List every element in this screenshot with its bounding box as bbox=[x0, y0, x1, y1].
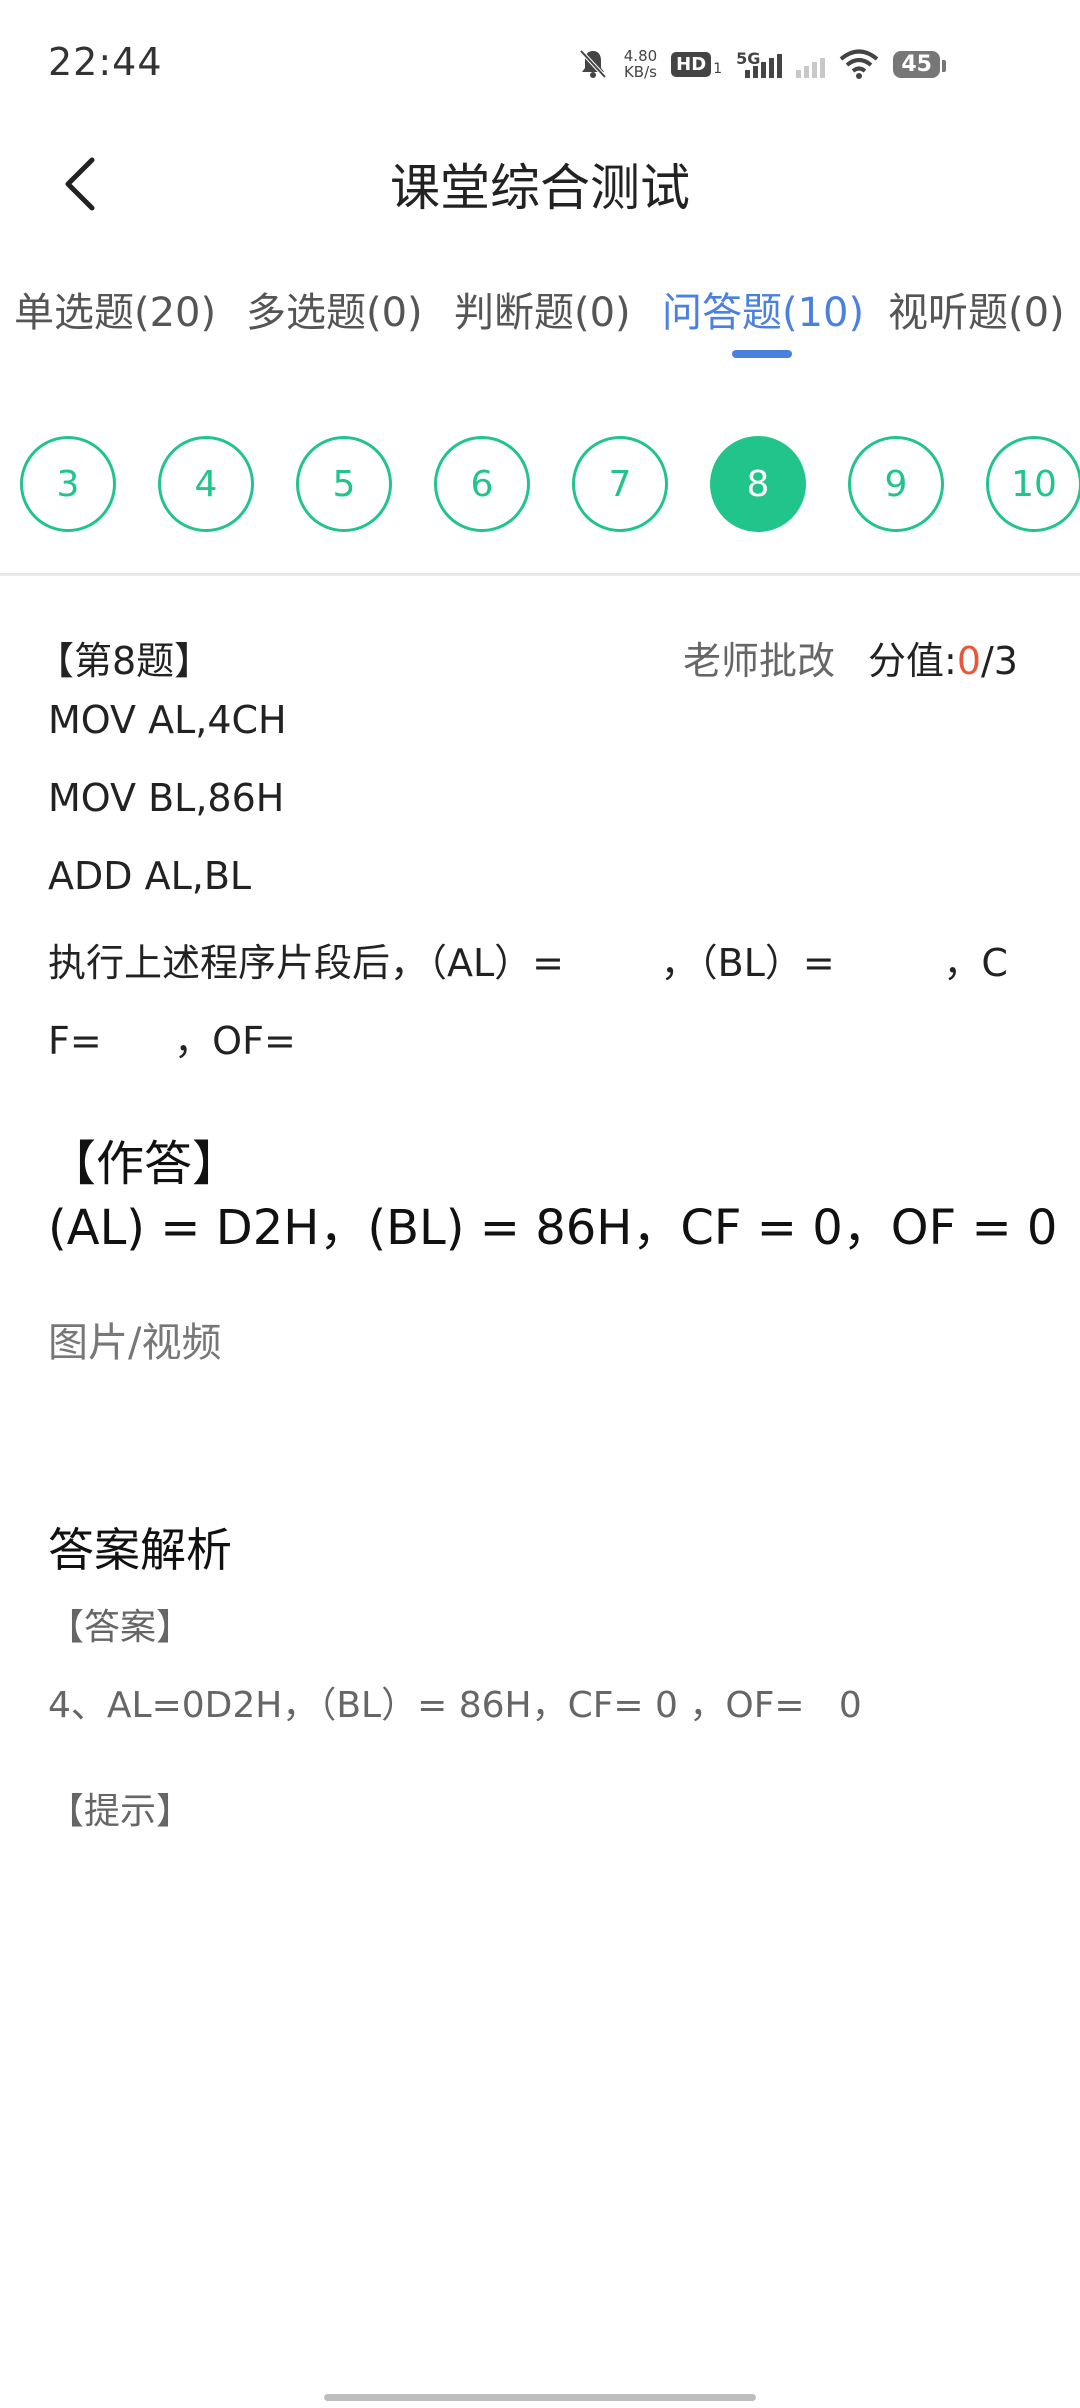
tab-single-choice[interactable]: 单选题(20) bbox=[14, 280, 216, 338]
home-indicator[interactable] bbox=[324, 2394, 756, 2401]
status-bar: 22:44 4.80 KB/s HD 1 5G 45 bbox=[0, 0, 1080, 130]
question-number-label: 【第8题】 bbox=[36, 639, 213, 683]
answer-key-label: 【答案】 bbox=[48, 1607, 193, 1648]
score: 分值:0/3 bbox=[868, 630, 1018, 685]
net-speed-value: 4.80 bbox=[623, 47, 658, 65]
question-line: 执行上述程序片段后，（AL）= ，（BL）= ，C bbox=[48, 941, 1008, 985]
score-total: /3 bbox=[981, 639, 1018, 683]
wifi-icon bbox=[840, 49, 879, 79]
tab-audio-visual[interactable]: 视听题(0) bbox=[888, 280, 1065, 338]
hint-label: 【提示】 bbox=[48, 1791, 193, 1832]
score-got: 0 bbox=[956, 639, 981, 683]
header: 课堂综合测试 bbox=[0, 130, 1080, 240]
my-answer-text: (AL) = D2H，(BL) = 86H，CF = 0，OF = 0 bbox=[48, 1200, 1058, 1256]
signal-5g-icon: 5G bbox=[736, 49, 783, 78]
hd-badge: HD bbox=[671, 51, 712, 77]
question-line: MOV BL,86H bbox=[48, 776, 285, 820]
my-answer-heading: 【作答】 bbox=[48, 1136, 241, 1192]
question-type-tabs: 单选题(20) 多选题(0) 判断题(0) 问答题(10) 视听题(0) bbox=[0, 280, 1080, 360]
status-time: 22:44 bbox=[48, 40, 163, 84]
score-label: 分值: bbox=[868, 639, 957, 683]
battery-icon: 45 bbox=[893, 50, 946, 78]
active-tab-indicator bbox=[732, 350, 792, 358]
question-number-button[interactable]: 10 bbox=[986, 436, 1080, 532]
question-number-button[interactable]: 6 bbox=[434, 436, 530, 532]
question-line: MOV AL,4CH bbox=[48, 698, 287, 742]
tab-short-answer[interactable]: 问答题(10) bbox=[662, 280, 864, 338]
analysis-heading: 答案解析 bbox=[48, 1523, 232, 1577]
net-speed: 4.80 KB/s bbox=[624, 48, 657, 80]
tab-multiple-choice[interactable]: 多选题(0) bbox=[246, 280, 423, 338]
teacher-review-label: 老师批改 bbox=[683, 639, 836, 683]
question-number-button[interactable]: 7 bbox=[572, 436, 668, 532]
divider bbox=[0, 573, 1080, 576]
media-label: 图片/视频 bbox=[48, 1320, 222, 1366]
hd-indicator: HD 1 bbox=[671, 51, 723, 77]
page-title: 课堂综合测试 bbox=[390, 159, 690, 217]
question-number-button[interactable]: 5 bbox=[296, 436, 392, 532]
tab-true-false[interactable]: 判断题(0) bbox=[454, 280, 631, 338]
answer-key-text: 4、AL=0D2H，（BL）= 86H，CF= 0 ，OF= 0 bbox=[48, 1685, 862, 1726]
signal-sim2-icon bbox=[796, 50, 826, 78]
question-number-nav: 3 4 5 6 7 8 9 10 bbox=[0, 436, 1080, 536]
status-icons: 4.80 KB/s HD 1 5G 45 bbox=[576, 44, 946, 84]
net-speed-unit: KB/s bbox=[623, 63, 657, 81]
question-line: ADD AL,BL bbox=[48, 854, 252, 898]
question-number-button[interactable]: 9 bbox=[848, 436, 944, 532]
hd-sub: 1 bbox=[713, 60, 723, 77]
network-type: 5G bbox=[736, 49, 761, 68]
question-number-button[interactable]: 4 bbox=[158, 436, 254, 532]
mute-bell-icon bbox=[579, 49, 607, 79]
question-number-button[interactable]: 3 bbox=[20, 436, 116, 532]
question-line: F= ，OF= bbox=[48, 1019, 296, 1063]
question-number-button-current[interactable]: 8 bbox=[710, 436, 806, 532]
